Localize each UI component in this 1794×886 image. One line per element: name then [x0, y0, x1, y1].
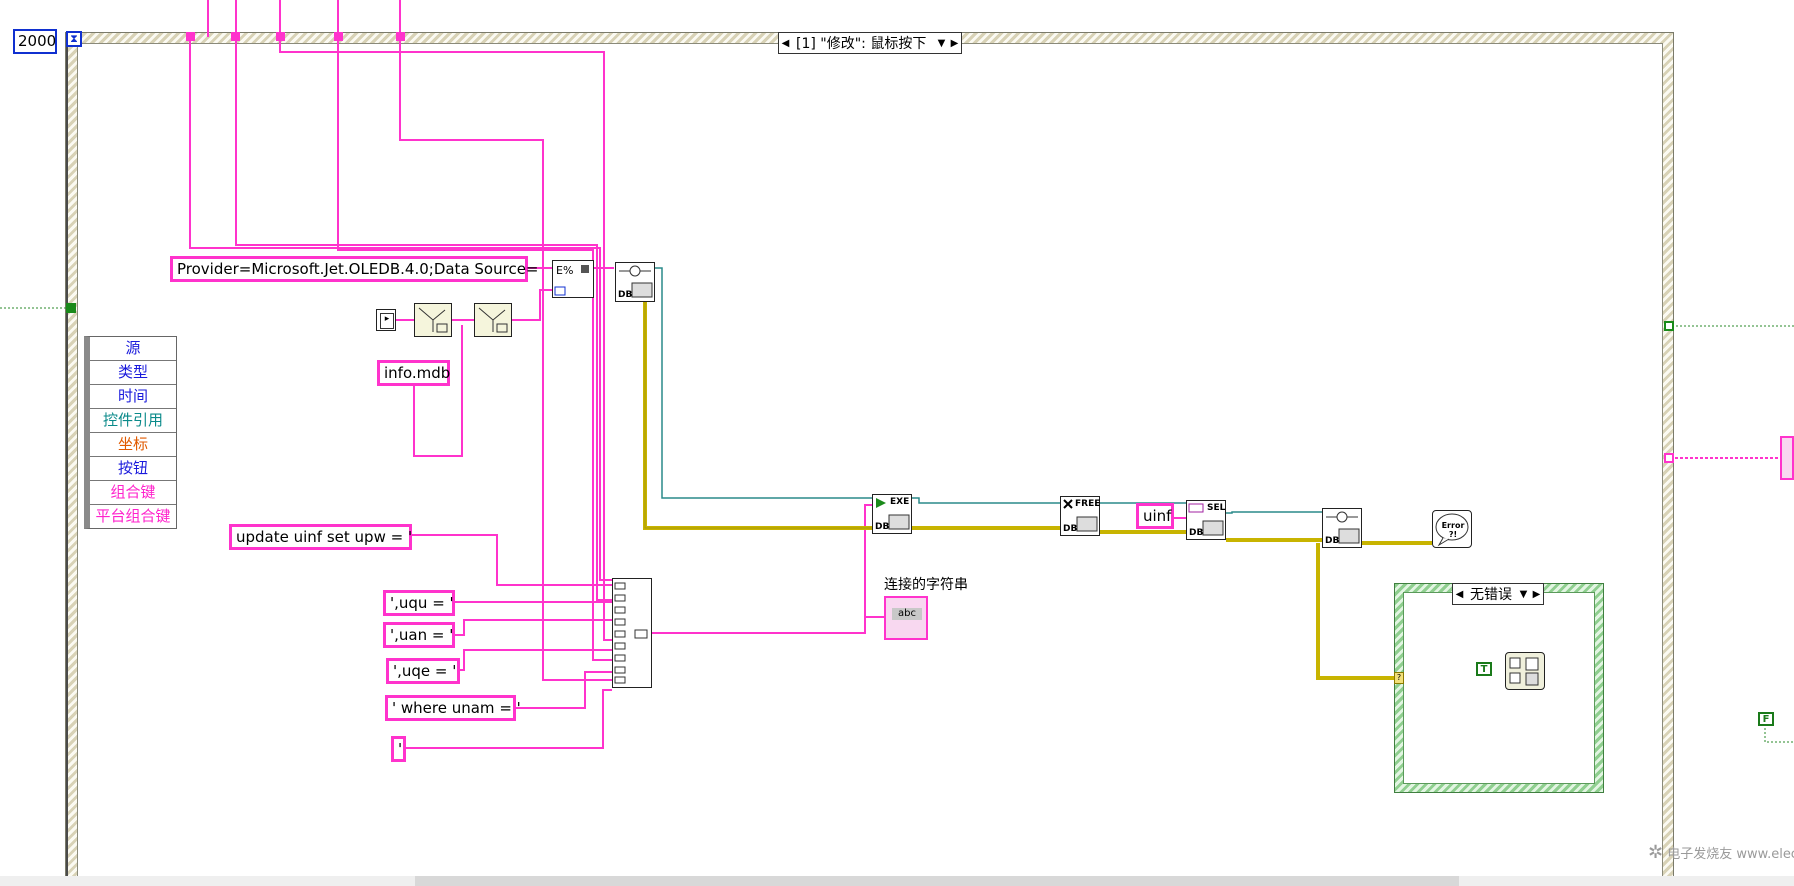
- sel-tag: SEL: [1207, 503, 1226, 513]
- right-clipped-node[interactable]: [1780, 436, 1794, 480]
- db-file-constant[interactable]: info.mdb: [377, 360, 450, 386]
- tunnel-top-1[interactable]: [186, 32, 195, 41]
- strip-path-icon: [418, 307, 448, 333]
- watermark: ✲ 电子发烧友 www.elecfans.com: [1648, 842, 1794, 863]
- next-arrow-icon[interactable]: ▶: [1530, 589, 1543, 600]
- event-data-item[interactable]: 时间: [90, 385, 176, 409]
- format-string-icon: E%: [554, 264, 589, 296]
- property-node-icon: [1509, 657, 1539, 686]
- tunnel-top-2[interactable]: [231, 32, 240, 41]
- db-tag: DB: [1063, 524, 1078, 534]
- svg-text:E%: E%: [556, 264, 573, 277]
- horizontal-scrollbar-thumb[interactable]: [415, 876, 1459, 886]
- db-tag: DB: [1325, 536, 1340, 546]
- wire-where: [515, 671, 612, 709]
- sql-update-constant[interactable]: update uinf set upw = ': [229, 524, 412, 550]
- wire-error-outline: [644, 290, 872, 529]
- event-data-item[interactable]: 按钮: [90, 457, 176, 481]
- uqe-constant[interactable]: ',uqe = ': [386, 658, 460, 684]
- true-constant[interactable]: T: [1476, 662, 1492, 676]
- error-tag: Error ?!: [1441, 521, 1465, 539]
- prev-arrow-icon[interactable]: ◀: [1453, 589, 1466, 600]
- string-indicator[interactable]: abc: [884, 596, 928, 640]
- event-data-item[interactable]: 组合键: [90, 481, 176, 505]
- strip-path-node-2[interactable]: [474, 303, 512, 337]
- concatenate-icon: [614, 582, 648, 684]
- strip-path-node-1[interactable]: [414, 303, 452, 337]
- table-name-constant[interactable]: uinf: [1136, 503, 1174, 529]
- db-tag: DB: [875, 522, 890, 532]
- tunnel-left[interactable]: [66, 303, 76, 313]
- db-select-node[interactable]: SEL DB: [1186, 500, 1226, 540]
- db-free-node[interactable]: FREE DB: [1060, 496, 1100, 536]
- exe-tag: EXE: [890, 497, 910, 507]
- provider-constant[interactable]: Provider=Microsoft.Jet.OLEDB.4.0;Data So…: [170, 256, 539, 282]
- event-data-node[interactable]: 源类型 时间 控件引用 坐标 按钮 组合键 平台组合键: [84, 336, 177, 529]
- uqu-constant[interactable]: ',uqu = ': [383, 590, 455, 616]
- wire-path-c: [512, 289, 552, 321]
- uan-constant[interactable]: ',uan = ': [383, 622, 455, 648]
- case-selector-terminal[interactable]: ?: [1394, 672, 1404, 684]
- db-open-connection-node[interactable]: DB: [615, 262, 655, 302]
- format-into-string-node[interactable]: E%: [552, 260, 594, 298]
- wire-mdb: [413, 325, 463, 457]
- watermark-logo-icon: ✲: [1648, 842, 1664, 863]
- tunnel-top-5[interactable]: [396, 32, 405, 41]
- tunnel-top-3[interactable]: [276, 32, 285, 41]
- wire-ref-1: [653, 267, 872, 499]
- wire-uqe: [460, 649, 612, 671]
- wire-error-1: [643, 290, 872, 530]
- tunnel-top-4[interactable]: [334, 32, 343, 41]
- wire-drop-5: [399, 37, 612, 681]
- event-data-item[interactable]: 平台组合键: [90, 505, 176, 528]
- case-structure-inner: [1403, 592, 1595, 784]
- wire-ref-4: [1226, 511, 1322, 514]
- tunnel-right-pink[interactable]: [1664, 453, 1674, 463]
- wire-ref-2: [912, 497, 1060, 504]
- event-data-item[interactable]: 控件引用: [90, 409, 176, 433]
- wire-uan: [455, 619, 612, 636]
- event-data-item[interactable]: 坐标: [90, 433, 176, 457]
- property-node[interactable]: [1505, 652, 1545, 690]
- where-constant[interactable]: ' where unam = ': [385, 695, 521, 721]
- wire-update: [412, 534, 612, 586]
- abc-label: abc: [892, 608, 922, 620]
- case-selector[interactable]: ◀ 无错误 ▼ ▶: [1452, 583, 1544, 605]
- db-close-connection-node[interactable]: DB: [1322, 508, 1362, 548]
- wire-to-exe: [864, 504, 872, 617]
- event-data-item[interactable]: 类型: [90, 361, 176, 385]
- false-constant[interactable]: F: [1758, 712, 1774, 726]
- db-tag: DB: [618, 290, 633, 300]
- indicator-label: 连接的字符串: [884, 577, 968, 593]
- case-label: 无错误: [1470, 587, 1512, 603]
- tunnel-right-green[interactable]: [1664, 321, 1674, 331]
- dropdown-arrow-icon[interactable]: ▼: [1517, 589, 1530, 600]
- wire-concat-out: [652, 616, 884, 634]
- concatenate-strings-node[interactable]: [612, 578, 652, 688]
- error-handler-node[interactable]: Error ?!: [1432, 510, 1472, 548]
- quote-constant[interactable]: ': [391, 736, 406, 762]
- app-dir-node[interactable]: ▸: [376, 309, 396, 331]
- db-tag: DB: [1189, 528, 1204, 538]
- event-data-item[interactable]: 源: [90, 337, 176, 361]
- wire-error-6: [1316, 543, 1398, 680]
- wire-drop-4: [337, 37, 612, 661]
- free-tag: FREE: [1075, 499, 1101, 509]
- db-execute-node[interactable]: EXE DB: [872, 494, 912, 534]
- strip-path-icon: [478, 307, 508, 333]
